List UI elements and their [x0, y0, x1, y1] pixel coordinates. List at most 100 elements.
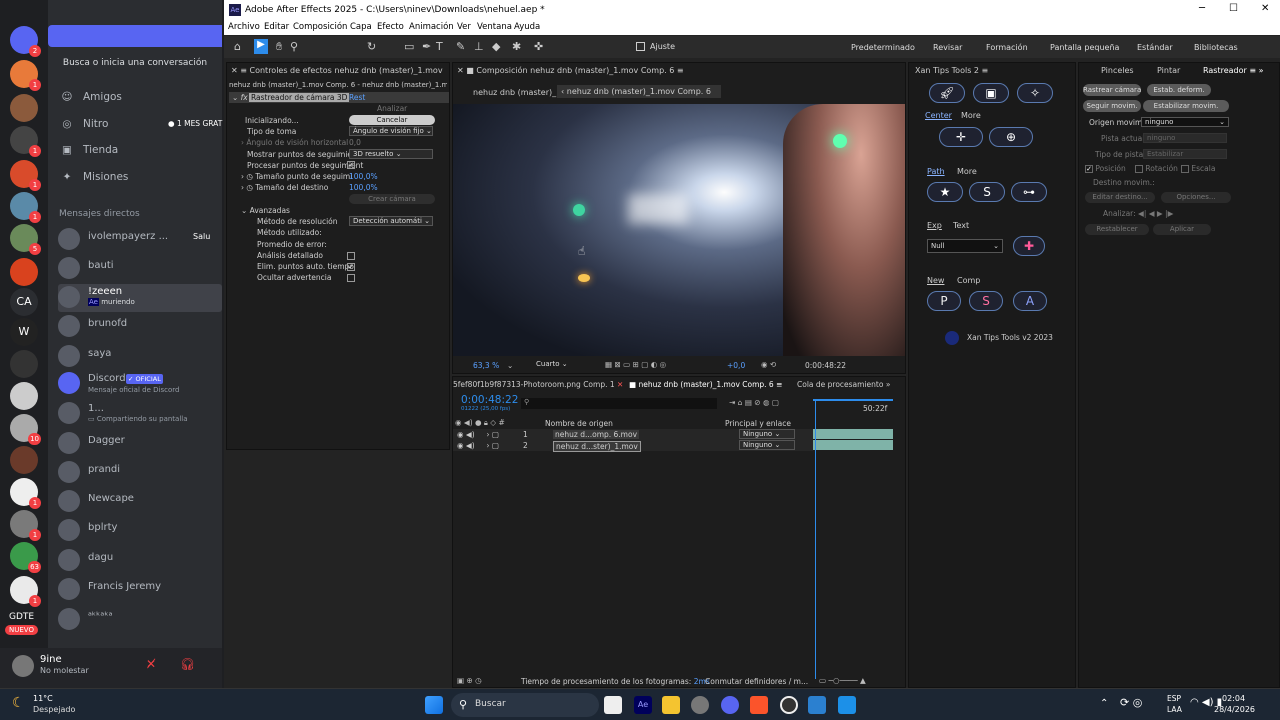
tab-pinceles[interactable]: Pinceles [1101, 66, 1134, 75]
zoom-slider[interactable]: ▭ ─○──── ▲ [819, 676, 866, 685]
target-size-value[interactable]: 100,0% [349, 183, 378, 192]
center-anchor-button[interactable]: ⊕ [989, 127, 1033, 147]
workspace-pantalla-pequena[interactable]: Pantalla pequeña [1050, 43, 1119, 52]
edit-target-button[interactable]: Editar destino... [1085, 192, 1155, 203]
maximize-icon[interactable]: ☐ [1229, 3, 1238, 14]
server-icon[interactable] [10, 350, 38, 378]
xan-tab[interactable]: Xan Tips Tools 2 ≡ [915, 66, 988, 75]
reset-button[interactable]: Restablecer [1085, 224, 1149, 235]
toggle-switches[interactable]: Conmutar definidores / m... [705, 677, 808, 686]
track-motion-button[interactable]: Seguir movim. [1083, 100, 1141, 112]
roto-tool-icon[interactable]: ✱ [512, 40, 521, 53]
eraser-tool-icon[interactable]: ◆ [492, 40, 500, 53]
server-icon[interactable]: 10 [10, 414, 41, 445]
view-options-icons[interactable]: ▦ ⊠ ▭ ⊞ ▢ ◐ ◎ [605, 360, 666, 369]
dm-item[interactable]: Discord ✓ OFICIAL Mensaje oficial de Disco… [58, 370, 222, 398]
menu-composicion[interactable]: Composición [293, 22, 347, 32]
track-type-select[interactable]: Estabilizar [1143, 149, 1227, 159]
menu-editar[interactable]: Editar [264, 22, 289, 32]
xan-comp-tab[interactable]: Comp [957, 276, 980, 285]
selection-tool-icon[interactable]: ▶ [254, 39, 268, 54]
comp-timecode[interactable]: 0:00:48:22 [805, 361, 846, 370]
dm-item[interactable]: Dagger [58, 430, 222, 458]
lang-indicator-2[interactable]: LAA [1167, 705, 1182, 714]
brave-icon[interactable] [750, 696, 768, 714]
xan-text-tab[interactable]: Text [953, 221, 969, 230]
server-icon[interactable] [10, 382, 38, 410]
fov-value[interactable]: 0,0 [349, 138, 361, 147]
xan-more2-tab[interactable]: More [957, 167, 977, 176]
dm-item[interactable]: ᵃᵏᵏᵃᵏᵃ [58, 606, 222, 634]
lang-indicator[interactable]: ESP [1167, 694, 1181, 703]
app-icon[interactable] [808, 696, 826, 714]
task-view-icon[interactable] [604, 696, 622, 714]
zoom-value[interactable]: 63,3 % [473, 361, 499, 370]
create-camera-button[interactable]: Crear cámara [349, 194, 435, 204]
xan-new-tab[interactable]: New [927, 276, 944, 285]
server-icon[interactable]: 1 [10, 60, 41, 91]
workspace-predeterminado[interactable]: Predeterminado [851, 43, 915, 52]
server-icon[interactable]: 63 [10, 542, 41, 573]
server-icon[interactable]: 1 [10, 160, 41, 191]
weather-temp[interactable]: 11°C [33, 694, 53, 703]
rotation-check[interactable]: Rotación [1135, 164, 1178, 173]
tab-rastreador[interactable]: Rastreador ≡ » [1203, 66, 1263, 75]
tray-chevron-icon[interactable]: ⌃ [1100, 698, 1108, 709]
detailed-analysis-checkbox[interactable] [347, 251, 355, 260]
scale-check[interactable]: Escala [1181, 164, 1215, 173]
rocket-button[interactable]: 🚀︎ [929, 83, 965, 103]
current-track-select[interactable]: ninguno [1143, 133, 1227, 143]
workspace-formacion[interactable]: Formación [986, 43, 1028, 52]
start-icon[interactable] [425, 696, 443, 714]
steam-icon[interactable] [780, 696, 798, 714]
after-effects-icon[interactable]: Ae [634, 696, 652, 714]
fx-reset[interactable]: Rest [349, 93, 365, 102]
menu-ayuda[interactable]: Ayuda [514, 22, 540, 32]
server-gdte[interactable]: GDTE [9, 612, 34, 622]
home-icon[interactable]: ⌂ [234, 40, 241, 53]
menu-efecto[interactable]: Efecto [377, 22, 404, 32]
add-button[interactable]: ✚ [1013, 236, 1045, 256]
solve-method-select[interactable]: Detección automáti ⌄ [349, 216, 433, 226]
stamp-tool-icon[interactable]: ⊥ [474, 40, 484, 53]
path-link-button[interactable]: ⊶ [1011, 182, 1047, 202]
discord-home-icon[interactable]: 2 [10, 26, 41, 57]
discord-taskbar-icon[interactable] [721, 696, 739, 714]
menu-ventana[interactable]: Ventana [477, 22, 512, 32]
server-icon[interactable] [10, 94, 38, 122]
server-icon[interactable] [10, 258, 38, 286]
zoom-dropdown-icon[interactable]: ⌄ [507, 361, 513, 370]
server-icon[interactable]: 1 [10, 126, 41, 157]
auto-delete-checkbox[interactable]: ✓ [347, 262, 355, 271]
server-icon[interactable]: 1 [10, 510, 41, 541]
advanced-group[interactable]: ⌄ Avanzadas [241, 206, 290, 215]
timeline-switch-icons[interactable]: ⇥ ⌂ ▤ ⊘ ◍ ▢ [729, 398, 779, 407]
server-icon[interactable] [10, 446, 38, 474]
menu-ver[interactable]: Ver [457, 22, 471, 32]
star-button[interactable]: ★ [927, 182, 963, 202]
workspace-revisar[interactable]: Revisar [933, 43, 962, 52]
options-button[interactable]: Opciones... [1161, 192, 1231, 203]
server-w[interactable]: W [10, 318, 38, 346]
taskbar-search[interactable]: ⚲ Buscar [451, 693, 599, 717]
puppet-tool-icon[interactable]: ✜ [534, 40, 543, 53]
server-ca[interactable]: CA [10, 288, 38, 316]
zoom-tool-icon[interactable]: ⚲ [290, 40, 298, 53]
snap-checkbox[interactable] [636, 42, 645, 51]
dm-item[interactable]: brunofd [58, 313, 222, 341]
timeline-timecode[interactable]: 0:00:48:22 [461, 394, 518, 406]
layer-row[interactable]: ◉ ◀) › ▢ 2 nehuz d...ster)_1.mov Ninguno… [453, 440, 813, 452]
brush-tool-icon[interactable]: ✎ [456, 40, 465, 53]
stabilize-motion-button[interactable]: Estabilizar movim. [1143, 100, 1229, 112]
server-icon[interactable]: 5 [10, 224, 41, 255]
xan-more-tab[interactable]: More [961, 111, 981, 120]
hide-warning-checkbox[interactable] [347, 273, 355, 282]
nav-misiones[interactable]: ✦ Misiones [60, 171, 129, 183]
center-h-button[interactable]: ✛ [939, 127, 983, 147]
timeline-tab-active[interactable]: ■ nehuz dnb (master)_1.mov Comp. 6 ≡ [629, 380, 782, 389]
server-icon[interactable]: 1 [10, 576, 41, 607]
comp-subtab-active[interactable]: ‹ nehuz dnb (master)_1.mov Comp. 6 [557, 85, 721, 98]
menu-animacion[interactable]: Animación [409, 22, 454, 32]
timeline-footer-icons[interactable]: ▣ ⊕ ◷ [457, 676, 482, 685]
menu-capa[interactable]: Capa [350, 22, 372, 32]
